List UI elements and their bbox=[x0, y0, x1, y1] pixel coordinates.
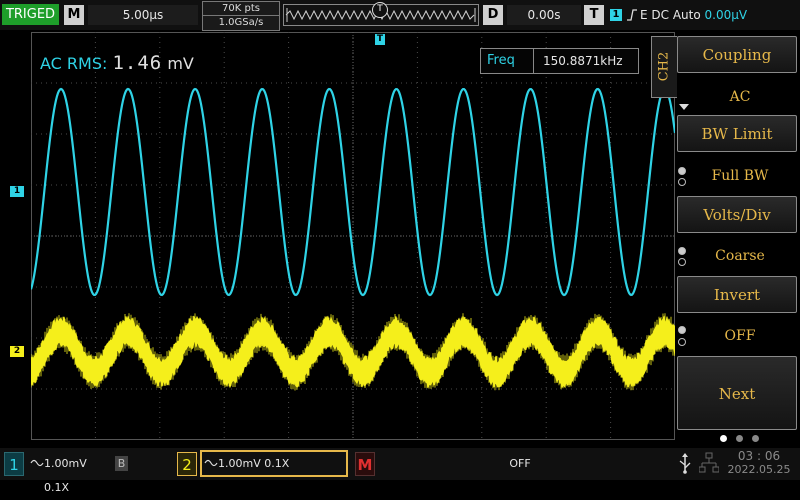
page-dot-active bbox=[720, 435, 727, 442]
trigger-status-badge: TRIGED bbox=[2, 4, 59, 25]
volts-div-button[interactable]: Volts/Div bbox=[677, 196, 797, 233]
waveform-display[interactable] bbox=[29, 32, 677, 440]
clock: 03 : 06 2022.05.25 bbox=[722, 449, 796, 477]
channel-tab-label: CH2 bbox=[656, 51, 672, 82]
trigger-level: 0.00μV bbox=[704, 8, 748, 22]
measure-unit: mV bbox=[167, 54, 194, 73]
frequency-readout: Freq 150.8871kHz bbox=[480, 48, 639, 74]
ch2-scale-info[interactable]: 1.00mV 0.1X bbox=[218, 452, 308, 476]
ac-rms-measurement: AC RMS: 1.46 mV bbox=[40, 52, 194, 74]
delay-mode-button[interactable]: D bbox=[483, 5, 503, 25]
clock-date: 2022.05.25 bbox=[727, 463, 791, 476]
menu-page-indicator bbox=[718, 435, 768, 443]
ch1-bw-limit-badge: B bbox=[115, 456, 128, 471]
acquisition-info: 70K pts 1.0GSa/s bbox=[202, 1, 280, 31]
math-state: OFF bbox=[509, 457, 531, 470]
dropdown-arrow-icon bbox=[679, 104, 689, 110]
measure-label: AC RMS: bbox=[40, 54, 108, 73]
freq-label: Freq bbox=[487, 53, 515, 68]
ac-coupling-icon bbox=[204, 459, 218, 467]
sample-rate: 1.0GSa/s bbox=[203, 15, 279, 29]
ac-coupling-icon bbox=[30, 459, 44, 467]
trigger-info-line: E DC Auto 0.00μV bbox=[640, 5, 747, 25]
math-button[interactable]: M bbox=[355, 452, 375, 476]
radio-off-icon bbox=[678, 258, 686, 266]
page-dot bbox=[736, 435, 743, 442]
trigger-position-track[interactable]: T bbox=[283, 2, 479, 26]
trigger-menu-button[interactable]: T bbox=[584, 5, 604, 25]
freq-divider bbox=[533, 49, 534, 73]
volts-div-value: Coarse bbox=[715, 248, 765, 264]
timebase-value[interactable]: 5.00μs bbox=[88, 5, 198, 25]
trigger-time-marker[interactable]: T bbox=[375, 34, 385, 45]
ch2-number[interactable]: 2 bbox=[177, 452, 197, 476]
usb-icon bbox=[679, 453, 691, 474]
radio-on-icon bbox=[678, 326, 686, 334]
rising-edge-icon bbox=[627, 9, 637, 21]
clock-time: 03 : 06 bbox=[737, 449, 781, 463]
trigger-source-badge: 1 bbox=[610, 9, 622, 21]
freq-value: 150.8871kHz bbox=[543, 54, 623, 68]
trigger-position-marker[interactable]: T bbox=[372, 2, 388, 18]
measure-value: 1.46 bbox=[112, 52, 163, 74]
invert-button[interactable]: Invert bbox=[677, 276, 797, 313]
radio-off-icon bbox=[678, 338, 686, 346]
waveform-canvas bbox=[29, 32, 677, 440]
radio-on-icon bbox=[678, 167, 686, 175]
ch2-offset-marker[interactable]: 2 bbox=[10, 346, 24, 357]
trigger-info: E DC Auto bbox=[640, 8, 701, 22]
radio-off-icon bbox=[678, 178, 686, 186]
network-icon bbox=[699, 452, 719, 473]
invert-value: OFF bbox=[724, 328, 756, 344]
delay-value[interactable]: 0.00s bbox=[507, 5, 581, 25]
ch1-number[interactable]: 1 bbox=[4, 452, 24, 476]
ch1-offset-marker[interactable]: 1 bbox=[10, 186, 24, 197]
horizontal-mode-button[interactable]: M bbox=[64, 5, 84, 25]
coupling-button[interactable]: Coupling bbox=[677, 36, 797, 73]
ch1-scale-info[interactable]: 1.00mV 0.1X bbox=[44, 452, 114, 494]
memory-depth: 70K pts bbox=[222, 3, 260, 14]
bw-limit-value: Full BW bbox=[711, 168, 769, 184]
bw-limit-button[interactable]: BW Limit bbox=[677, 115, 797, 152]
channel-menu-tab[interactable]: CH2 bbox=[651, 36, 677, 98]
page-dot bbox=[752, 435, 759, 442]
radio-on-icon bbox=[678, 247, 686, 255]
coupling-value: AC bbox=[729, 89, 751, 105]
next-page-button[interactable]: Next bbox=[677, 356, 797, 430]
